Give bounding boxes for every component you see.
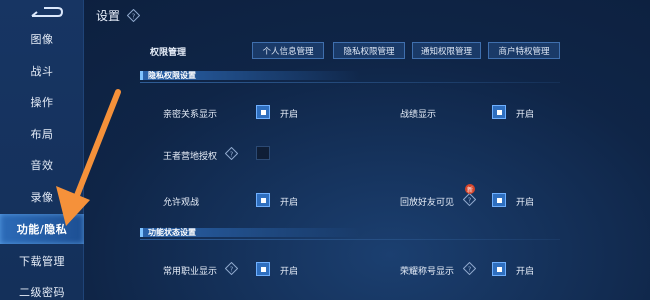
privacy-section-title: 隐私权限设置 [148,70,196,80]
check-mark [496,197,502,203]
common-role-display-label: 常用职业显示 [163,267,218,277]
replay-friends-visible-checkbox[interactable] [492,193,506,207]
back-arrow-icon [31,7,64,17]
honor-title-display-label: 荣耀称号显示 [400,267,455,277]
intimacy-display-checkbox[interactable] [256,105,270,119]
svg-text:?: ? [468,265,472,273]
page-title: 设置 [96,9,121,23]
allow-spectate-state: 开启 [280,198,299,208]
svg-text:?: ? [230,150,234,158]
check-mark [496,266,502,272]
new-badge: 新 [465,184,475,194]
section-divider [140,82,560,83]
intimacy-display-label: 亲密关系显示 [163,110,218,120]
sidebar: 图像 战斗 操作 布局 音效 录像 功能/隐私 下载管理 二级密码 [0,0,84,300]
sidebar-item-sound[interactable]: 音效 [0,150,84,180]
help-icon[interactable]: ? [127,9,140,22]
settings-screen: 图像 战斗 操作 布局 音效 录像 功能/隐私 下载管理 二级密码 设置 ? 权… [0,0,650,300]
permissions-label: 权限管理 [150,48,187,58]
help-icon[interactable]: ? [225,262,238,275]
privacy-section-header: 隐私权限设置 [140,69,560,81]
section-divider [140,239,560,240]
personal-info-button[interactable]: 个人信息管理 [252,42,324,59]
sidebar-item-second-password[interactable]: 二级密码 [0,277,84,300]
camp-authorization-label: 王者营地授权 [163,152,218,162]
honor-title-display-state: 开启 [516,267,535,277]
replay-friends-visible-state: 开启 [516,198,535,208]
help-icon[interactable]: ? [463,262,476,275]
sidebar-item-image[interactable]: 图像 [0,24,84,54]
check-mark [496,109,502,115]
record-display-checkbox[interactable] [492,105,506,119]
merchant-privilege-button[interactable]: 商户特权管理 [488,42,560,59]
back-button[interactable] [28,4,64,22]
sidebar-item-controls[interactable]: 操作 [0,87,84,117]
sidebar-item-battle[interactable]: 战斗 [0,56,84,86]
record-display-label: 战绩显示 [400,110,437,120]
section-mark [140,71,143,80]
honor-title-display-checkbox[interactable] [492,262,506,276]
sidebar-item-layout[interactable]: 布局 [0,119,84,149]
help-icon[interactable]: ? [463,193,476,206]
check-mark [260,109,266,115]
sidebar-item-download[interactable]: 下载管理 [0,246,84,276]
svg-text:?: ? [230,265,234,273]
privacy-permission-button[interactable]: 隐私权限管理 [333,42,405,59]
camp-authorization-checkbox[interactable] [256,146,270,160]
common-role-display-checkbox[interactable] [256,262,270,276]
sidebar-item-recording[interactable]: 录像 [0,182,84,212]
intimacy-display-state: 开启 [280,110,299,120]
replay-friends-visible-label: 回放好友可见 [400,198,455,208]
record-display-state: 开启 [516,110,535,120]
allow-spectate-checkbox[interactable] [256,193,270,207]
help-icon[interactable]: ? [225,147,238,160]
allow-spectate-label: 允许观战 [163,198,200,208]
svg-text:?: ? [132,12,136,20]
common-role-display-state: 开启 [280,267,299,277]
check-mark [260,197,266,203]
sidebar-item-function-privacy[interactable]: 功能/隐私 [0,214,84,244]
section-mark [140,228,143,237]
function-section-title: 功能状态设置 [148,227,196,237]
svg-text:?: ? [468,196,472,204]
function-section-header: 功能状态设置 [140,226,560,238]
notification-permission-button[interactable]: 通知权限管理 [412,42,481,59]
check-mark [260,266,266,272]
